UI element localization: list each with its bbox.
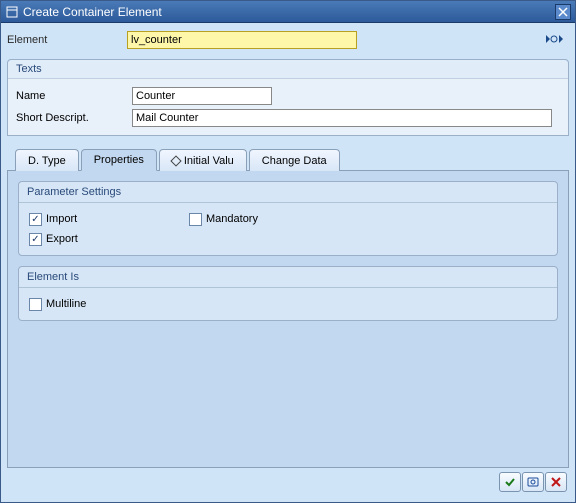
import-checkbox[interactable]: ✓ xyxy=(29,213,42,226)
dialog-title: Create Container Element xyxy=(23,5,555,19)
nav-next-icon[interactable] xyxy=(541,32,569,48)
shortdesc-input[interactable] xyxy=(132,109,552,127)
element-label: Element xyxy=(7,34,127,46)
spacer xyxy=(18,331,558,457)
export-row: ✓ Export xyxy=(29,229,547,249)
tab-changedata[interactable]: Change Data xyxy=(249,149,340,171)
multiline-checkbox[interactable] xyxy=(29,298,42,311)
import-label: Import xyxy=(46,213,77,225)
element-row: Element xyxy=(7,29,569,51)
tab-changedata-label: Change Data xyxy=(262,155,327,167)
diamond-icon xyxy=(170,155,181,166)
tab-properties-label: Properties xyxy=(94,154,144,166)
import-mandatory-row: ✓ Import Mandatory xyxy=(29,209,547,229)
mandatory-checkbox[interactable] xyxy=(189,213,202,226)
element-is-header: Element Is xyxy=(19,267,557,288)
tab-dtype-label: D. Type xyxy=(28,155,66,167)
export-label: Export xyxy=(46,233,78,245)
name-input[interactable] xyxy=(132,87,272,105)
close-icon[interactable] xyxy=(555,4,571,20)
tab-dtype[interactable]: D. Type xyxy=(15,149,79,171)
ok-button[interactable] xyxy=(499,472,521,492)
multiline-row: Multiline xyxy=(29,294,547,314)
dialog-content: Element Texts Name Short Descript. D. Ty… xyxy=(1,23,575,502)
check-button[interactable] xyxy=(522,472,544,492)
tab-initial-label: Initial Valu xyxy=(184,155,234,167)
tabstrip: D. Type Properties Initial Valu Change D… xyxy=(7,148,569,171)
multiline-label: Multiline xyxy=(46,298,86,310)
tab-initial[interactable]: Initial Valu xyxy=(159,149,247,171)
name-label: Name xyxy=(16,90,132,102)
shortdesc-row: Short Descript. xyxy=(16,107,560,129)
buttonbar xyxy=(7,468,569,496)
cancel-button[interactable] xyxy=(545,472,567,492)
shortdesc-label: Short Descript. xyxy=(16,112,132,124)
name-row: Name xyxy=(16,85,560,107)
dialog-icon xyxy=(5,5,19,19)
titlebar: Create Container Element xyxy=(1,1,575,23)
parameter-settings-group: Parameter Settings ✓ Import Mandatory xyxy=(18,181,558,256)
element-is-group: Element Is Multiline xyxy=(18,266,558,321)
mandatory-label: Mandatory xyxy=(206,213,258,225)
tabpanel-properties: Parameter Settings ✓ Import Mandatory xyxy=(7,171,569,468)
parameter-settings-header: Parameter Settings xyxy=(19,182,557,203)
texts-group: Texts Name Short Descript. xyxy=(7,59,569,136)
export-checkbox[interactable]: ✓ xyxy=(29,233,42,246)
tab-properties[interactable]: Properties xyxy=(81,149,157,171)
dialog-window: Create Container Element Element Texts N… xyxy=(0,0,576,503)
element-input[interactable] xyxy=(127,31,357,49)
texts-header: Texts xyxy=(8,60,568,79)
